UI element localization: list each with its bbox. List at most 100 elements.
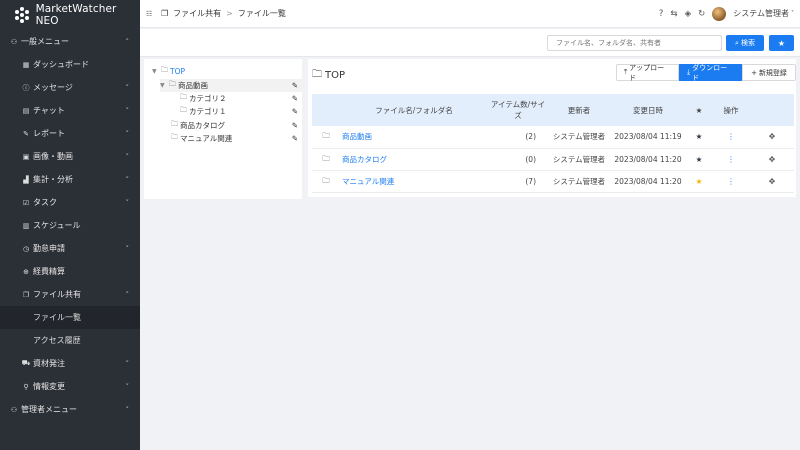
favorites-button[interactable]: ★ (769, 35, 794, 51)
search-button[interactable]: ⌕ 検索 (726, 35, 764, 51)
tree-node-product-catalog[interactable]: 🗀 商品カタログ ✎ (171, 119, 302, 132)
folder-icon: 🗀 (312, 69, 322, 80)
file-name-link[interactable]: 商品動画 (342, 132, 372, 141)
file-name-link[interactable]: マニュアル関連 (342, 177, 394, 186)
sidebar-item-info-change[interactable]: ⚲ 情報変更 ˅ (0, 375, 140, 398)
avatar[interactable] (712, 6, 727, 21)
sidebar-item-admin-menu[interactable]: ⚇ 管理者メニュー ˅ (0, 398, 140, 421)
tree-node-product-video[interactable]: ▼ 🗀 商品動画 ✎ (160, 79, 302, 92)
sidebar-item-expenses[interactable]: ⊕ 経費精算 (0, 260, 140, 283)
notification-icon[interactable]: ◈ (685, 9, 692, 19)
drag-move-icon[interactable]: ✥ (750, 170, 794, 193)
sidebar-item-file-list[interactable]: ファイル一覧 (0, 306, 140, 329)
sidebar-item-general-menu[interactable]: ⚇ 一般メニュー ˄ (0, 30, 140, 53)
drag-move-icon[interactable]: ✥ (750, 148, 794, 171)
caret-down-icon[interactable]: ▼ (152, 68, 161, 75)
search-bar: ⌕ 検索 ★ (140, 29, 800, 57)
download-button[interactable]: ⤓ ダウンロード (679, 64, 742, 82)
sidebar-item-chat[interactable]: ▤ チャット ˅ (0, 99, 140, 122)
table-header-favorite[interactable]: ★ (686, 94, 712, 126)
edit-pencil-icon[interactable]: ✎ (292, 134, 298, 143)
search-button-label: 検索 (740, 39, 755, 47)
chevron-down-icon[interactable]: ˅ (791, 10, 794, 17)
star-icon: ★ (777, 38, 786, 48)
breadcrumb-item-current: ファイル一覧 (237, 9, 286, 18)
sidebar-item-schedule[interactable]: ▥ スケジュール (0, 214, 140, 237)
file-name-cell[interactable]: 商品動画 (340, 126, 488, 149)
file-name-cell[interactable]: マニュアル関連 (340, 170, 488, 193)
edit-pencil-icon[interactable]: ✎ (292, 81, 298, 90)
sidebar-item-access-history[interactable]: アクセス履歴 (0, 329, 140, 352)
folder-icon: 🗀 (180, 93, 187, 101)
table-header-date[interactable]: 変更日時 (610, 94, 686, 126)
table-header-move (750, 94, 794, 126)
file-name-link[interactable]: 商品カタログ (342, 155, 387, 164)
favorite-star-icon[interactable]: ★ (686, 148, 712, 171)
sidebar-item-file-share[interactable]: ❐ ファイル共有 ˄ (0, 283, 140, 306)
edit-pencil-icon[interactable]: ✎ (292, 94, 298, 103)
tree-node-label: 商品動画 (178, 81, 208, 90)
tree-node-manual[interactable]: 🗀 マニュアル関連 ✎ (171, 132, 302, 145)
new-register-button[interactable]: + 新規登録 (742, 64, 796, 81)
edit-pencil-icon[interactable]: ✎ (292, 107, 298, 116)
table-header-count[interactable]: アイテム数/サイズ (488, 94, 548, 126)
sidebar-item-label: ファイル一覧 (33, 313, 81, 322)
sidebar-item-report[interactable]: ✎ レポート ˅ (0, 122, 140, 145)
breadcrumb-folder-icon: ❐ (161, 9, 169, 18)
sidebar-item-message[interactable]: ⓘ メッセージ ˅ (0, 76, 140, 99)
folder-icon: 🗀 (180, 106, 187, 114)
search-input[interactable] (547, 35, 722, 51)
tree-node-top[interactable]: ▼ 🗀 TOP (152, 65, 302, 78)
more-menu-icon[interactable]: ⋮ (712, 126, 750, 149)
more-menu-icon[interactable]: ⋮ (712, 148, 750, 171)
app-name: MarketWatcher NEO (35, 3, 117, 27)
download-icon: ⤓ (687, 68, 691, 76)
table-header-name[interactable]: ファイル名/フォルダ名 (340, 94, 488, 126)
modified-date: 2023/08/04 11:19 (610, 126, 686, 149)
sidebar-item-image-video[interactable]: ▣ 画像・動画 ˅ (0, 145, 140, 168)
item-count: (7) (488, 170, 548, 193)
favorite-star-icon[interactable]: ★ (686, 170, 712, 193)
app-logo[interactable]: MarketWatcher NEO (0, 0, 140, 30)
chevron-down-icon: ˅ (125, 129, 130, 138)
sidebar-item-label: 勤怠申請 (33, 244, 65, 253)
sidebar-item-label: ファイル共有 (33, 290, 81, 299)
upload-button[interactable]: ⤒ アップロード (616, 64, 679, 82)
help-icon[interactable]: ? (659, 9, 664, 19)
sidebar-item-material-order[interactable]: ⛟ 資材発注 ˅ (0, 352, 140, 375)
refresh-icon[interactable]: ↻ (698, 9, 705, 19)
folder-tree: ▼ 🗀 TOP ▼ 🗀 商品動画 ✎ 🗀 カテゴリ２ ✎ 🗀 カテゴリ１ ✎ 🗀… (144, 59, 302, 199)
edit-pencil-icon[interactable]: ✎ (292, 121, 298, 130)
chevron-down-icon: ˅ (125, 382, 130, 391)
task-icon: ☑ (22, 198, 30, 207)
sidebar-item-label: 管理者メニュー (21, 405, 77, 414)
tree-node-category-2[interactable]: 🗀 カテゴリ２ ✎ (180, 92, 302, 105)
caret-down-icon[interactable]: ▼ (160, 82, 169, 89)
drag-move-icon[interactable]: ✥ (750, 126, 794, 149)
collapse-sidebar-icon[interactable]: ☷ (146, 10, 155, 18)
tree-node-category-1[interactable]: 🗀 カテゴリ１ ✎ (180, 105, 302, 118)
calendar-icon: ▥ (22, 221, 30, 230)
tree-node-label: カテゴリ２ (189, 94, 227, 103)
sidebar-item-attendance[interactable]: ◷ 勤怠申請 ˅ (0, 237, 140, 260)
table-header-row: ファイル名/フォルダ名 アイテム数/サイズ 更新者 変更日時 ★ 操作 (312, 94, 794, 126)
user-name[interactable]: システム管理者 (733, 8, 789, 19)
item-count: (0) (488, 148, 548, 171)
table-header-updater[interactable]: 更新者 (548, 94, 610, 126)
modified-date: 2023/08/04 11:20 (610, 148, 686, 171)
more-menu-icon[interactable]: ⋮ (712, 170, 750, 193)
favorite-star-icon[interactable]: ★ (686, 126, 712, 149)
yen-icon: ⊕ (23, 267, 29, 276)
plus-icon: + (751, 68, 757, 77)
language-icon[interactable]: ⇆ (670, 9, 677, 19)
sidebar-item-task[interactable]: ☑ タスク ˅ (0, 191, 140, 214)
chevron-down-icon: ˅ (125, 106, 130, 115)
sidebar-item-dashboard[interactable]: ▦ ダッシュボード (0, 53, 140, 76)
user-group-icon: ⚇ (10, 37, 18, 46)
chevron-down-icon: ˅ (125, 244, 130, 253)
file-name-cell[interactable]: 商品カタログ (340, 148, 488, 171)
tree-node-label: 商品カタログ (180, 121, 225, 130)
chevron-down-icon: ˅ (125, 405, 130, 414)
breadcrumb-item[interactable]: ファイル共有 (173, 8, 221, 19)
sidebar-item-analytics[interactable]: ▟ 集計・分析 ˅ (0, 168, 140, 191)
